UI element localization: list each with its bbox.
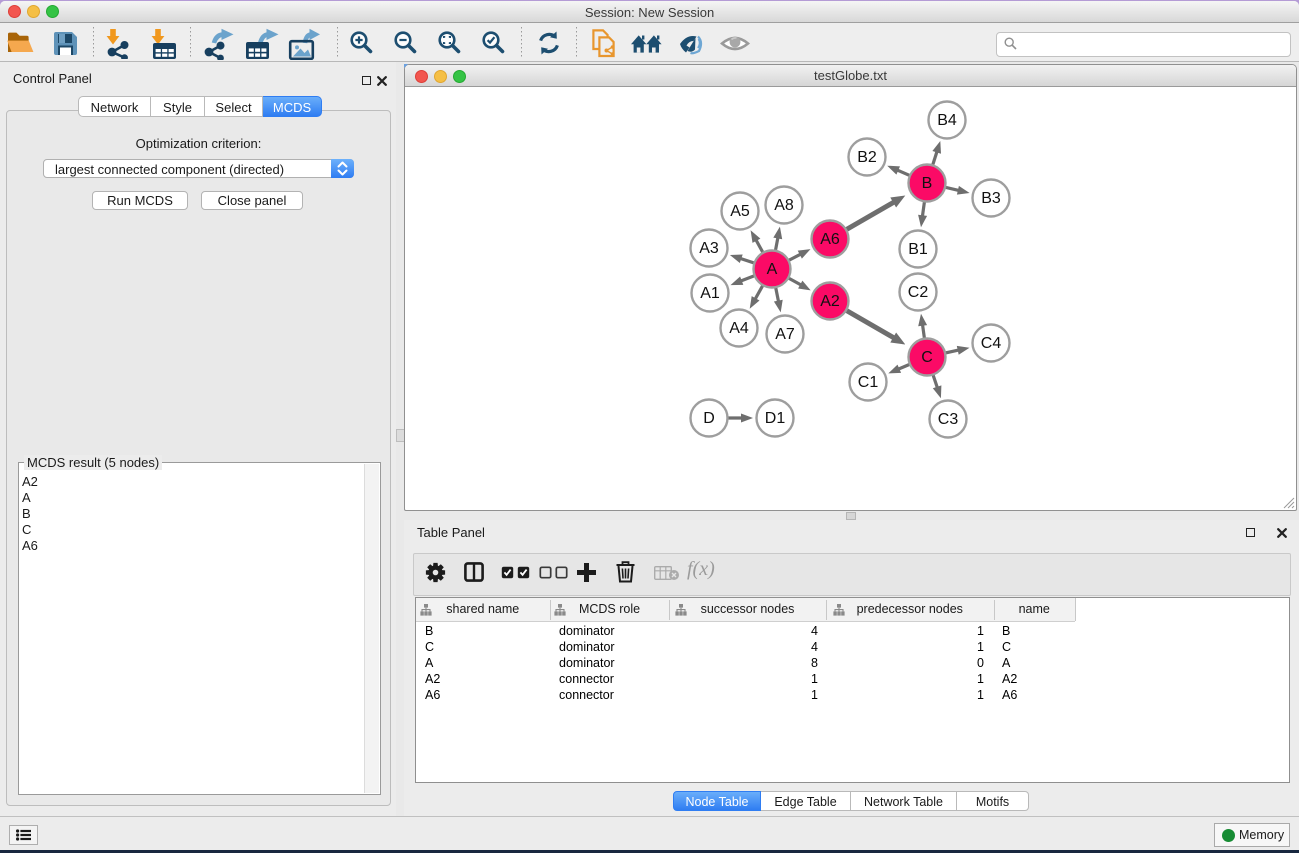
svg-text:B4: B4 xyxy=(937,112,957,129)
svg-text:C3: C3 xyxy=(938,411,959,428)
svg-text:A2: A2 xyxy=(820,293,840,310)
svg-text:C: C xyxy=(921,349,933,366)
svg-text:C4: C4 xyxy=(981,335,1002,352)
svg-text:C2: C2 xyxy=(908,284,929,301)
svg-text:A4: A4 xyxy=(729,320,749,337)
svg-text:B: B xyxy=(922,175,933,192)
svg-text:A1: A1 xyxy=(700,285,720,302)
svg-text:D: D xyxy=(703,410,715,427)
svg-text:A: A xyxy=(767,261,778,278)
svg-text:A6: A6 xyxy=(820,231,840,248)
svg-text:A5: A5 xyxy=(730,203,750,220)
svg-text:A8: A8 xyxy=(774,197,794,214)
svg-text:B1: B1 xyxy=(908,241,928,258)
svg-text:A7: A7 xyxy=(775,326,795,343)
svg-text:A3: A3 xyxy=(699,240,719,257)
svg-text:D1: D1 xyxy=(765,410,786,427)
svg-text:C1: C1 xyxy=(858,374,879,391)
svg-text:B3: B3 xyxy=(981,190,1001,207)
svg-text:B2: B2 xyxy=(857,149,877,166)
